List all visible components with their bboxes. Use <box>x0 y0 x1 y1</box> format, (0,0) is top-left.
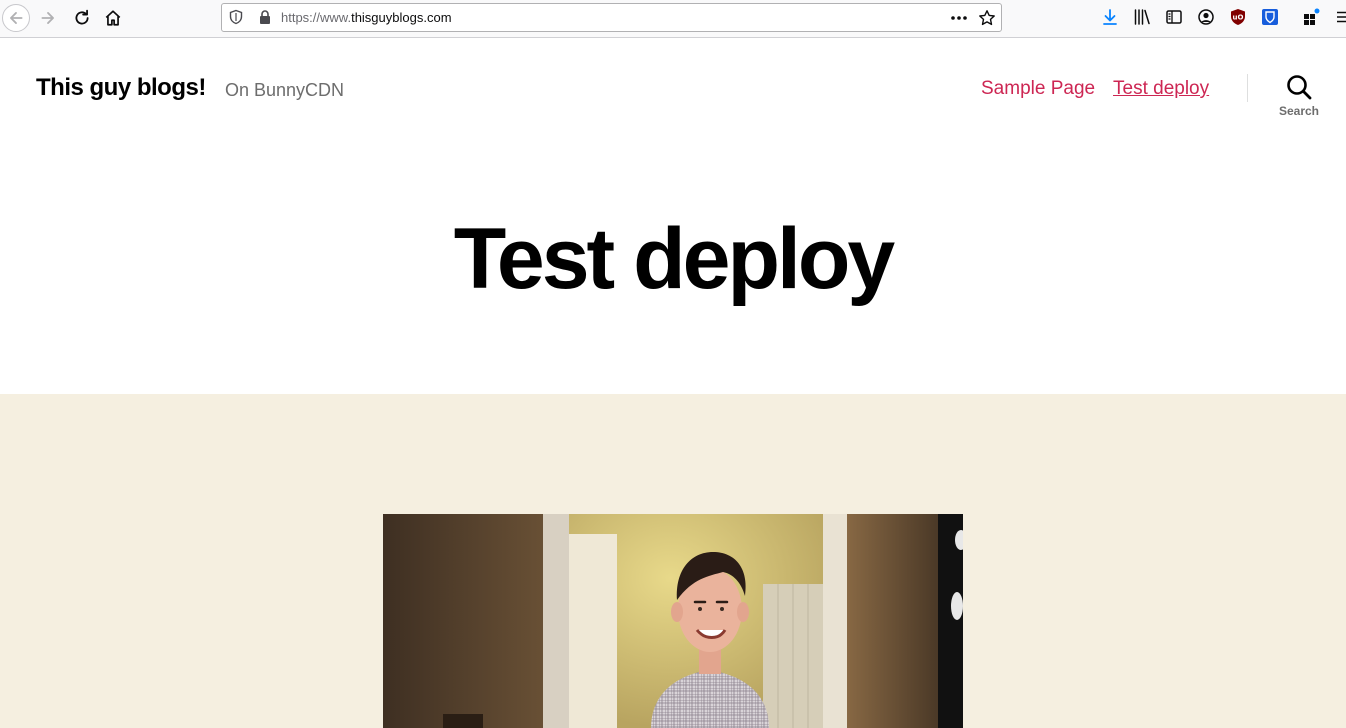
download-icon[interactable] <box>1101 8 1119 26</box>
ublock-icon[interactable]: uO <box>1229 8 1247 26</box>
reload-icon <box>75 9 89 25</box>
nav-test-deploy[interactable]: Test deploy <box>1113 78 1209 100</box>
search-toggle-button[interactable]: Search <box>1272 74 1326 126</box>
url-bar[interactable]: https://www.thisguyblogs.com <box>221 3 1002 32</box>
sidebar-icon[interactable] <box>1165 8 1183 26</box>
browser-toolbar: https://www.thisguyblogs.com uO <box>0 0 1346 38</box>
hamburger-menu-icon[interactable] <box>1333 8 1346 26</box>
shield-icon[interactable] <box>228 9 244 25</box>
featured-photo <box>383 514 963 728</box>
lock-icon[interactable] <box>258 9 272 25</box>
url-domain: thisguyblogs.com <box>351 10 452 25</box>
site-title-link[interactable]: This guy blogs! <box>36 74 206 102</box>
extensions-icon[interactable] <box>1302 8 1320 26</box>
url-prefix: https://www. <box>281 10 352 25</box>
back-button[interactable] <box>2 4 30 32</box>
url-text[interactable]: https://www.thisguyblogs.com <box>281 10 452 25</box>
home-button[interactable] <box>99 4 127 32</box>
nav-sample-page[interactable]: Sample Page <box>981 78 1095 100</box>
post-title: Test deploy <box>453 211 896 307</box>
back-arrow-icon <box>10 12 23 24</box>
site-header: This guy blogs! On BunnyCDN Sample Page … <box>0 38 1346 138</box>
nav-divider <box>1247 74 1248 102</box>
home-icon <box>105 10 121 26</box>
site-description: On BunnyCDN <box>225 80 345 100</box>
entry-header: Test deploy <box>0 138 1346 394</box>
bitwarden-icon[interactable] <box>1261 8 1279 26</box>
featured-image <box>383 514 963 728</box>
forward-arrow-icon <box>41 12 54 24</box>
entry-content <box>0 394 1346 728</box>
library-icon[interactable] <box>1133 8 1151 26</box>
forward-button[interactable] <box>34 4 62 32</box>
svg-text:uO: uO <box>1233 14 1244 22</box>
star-icon[interactable] <box>978 9 996 27</box>
search-icon <box>1287 75 1312 100</box>
search-label: Search <box>1278 104 1320 118</box>
account-icon[interactable] <box>1197 8 1215 26</box>
more-dots-icon[interactable] <box>948 9 970 27</box>
reload-button[interactable] <box>68 4 96 32</box>
